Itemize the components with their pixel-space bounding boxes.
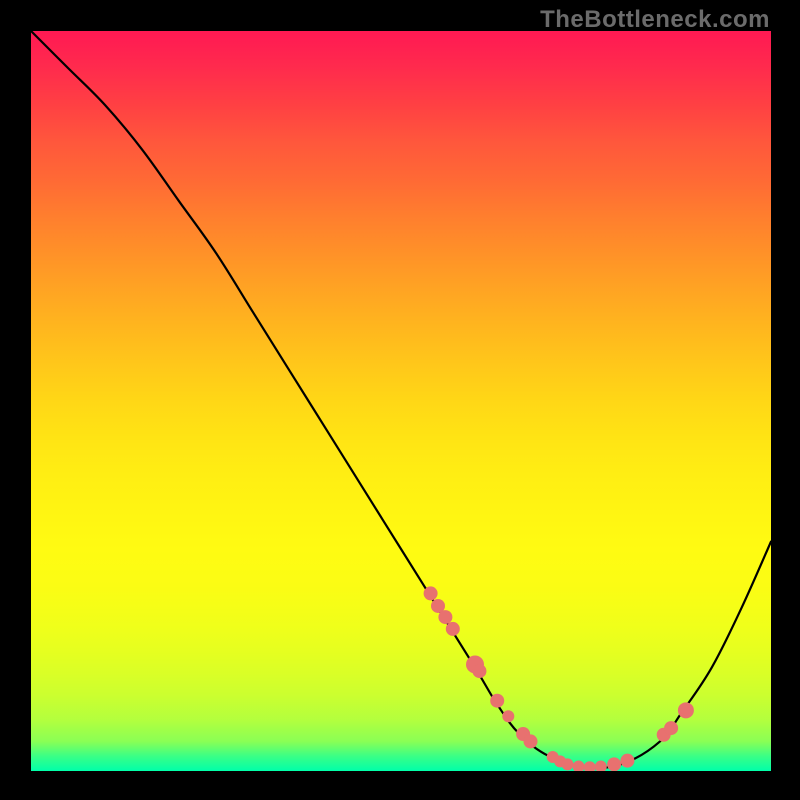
- chart-svg: [31, 31, 771, 771]
- bottleneck-curve: [31, 31, 771, 768]
- marker-dot: [424, 586, 438, 600]
- marker-dot: [524, 734, 538, 748]
- watermark-text: TheBottleneck.com: [540, 6, 770, 34]
- marker-dot: [490, 694, 504, 708]
- marker-dot: [562, 758, 574, 770]
- marker-dot: [472, 664, 486, 678]
- marker-dot: [607, 757, 621, 771]
- marker-dot: [446, 622, 460, 636]
- marker-dots: [424, 586, 694, 771]
- marker-dot: [573, 761, 585, 771]
- marker-dot: [620, 754, 634, 768]
- marker-dot: [584, 761, 596, 771]
- marker-dot: [438, 610, 452, 624]
- marker-dot: [678, 702, 694, 718]
- marker-dot: [595, 761, 607, 771]
- chart-canvas: TheBottleneck.com: [0, 0, 800, 800]
- marker-dot: [502, 710, 514, 722]
- marker-dot: [664, 721, 678, 735]
- plot-area: [31, 31, 771, 771]
